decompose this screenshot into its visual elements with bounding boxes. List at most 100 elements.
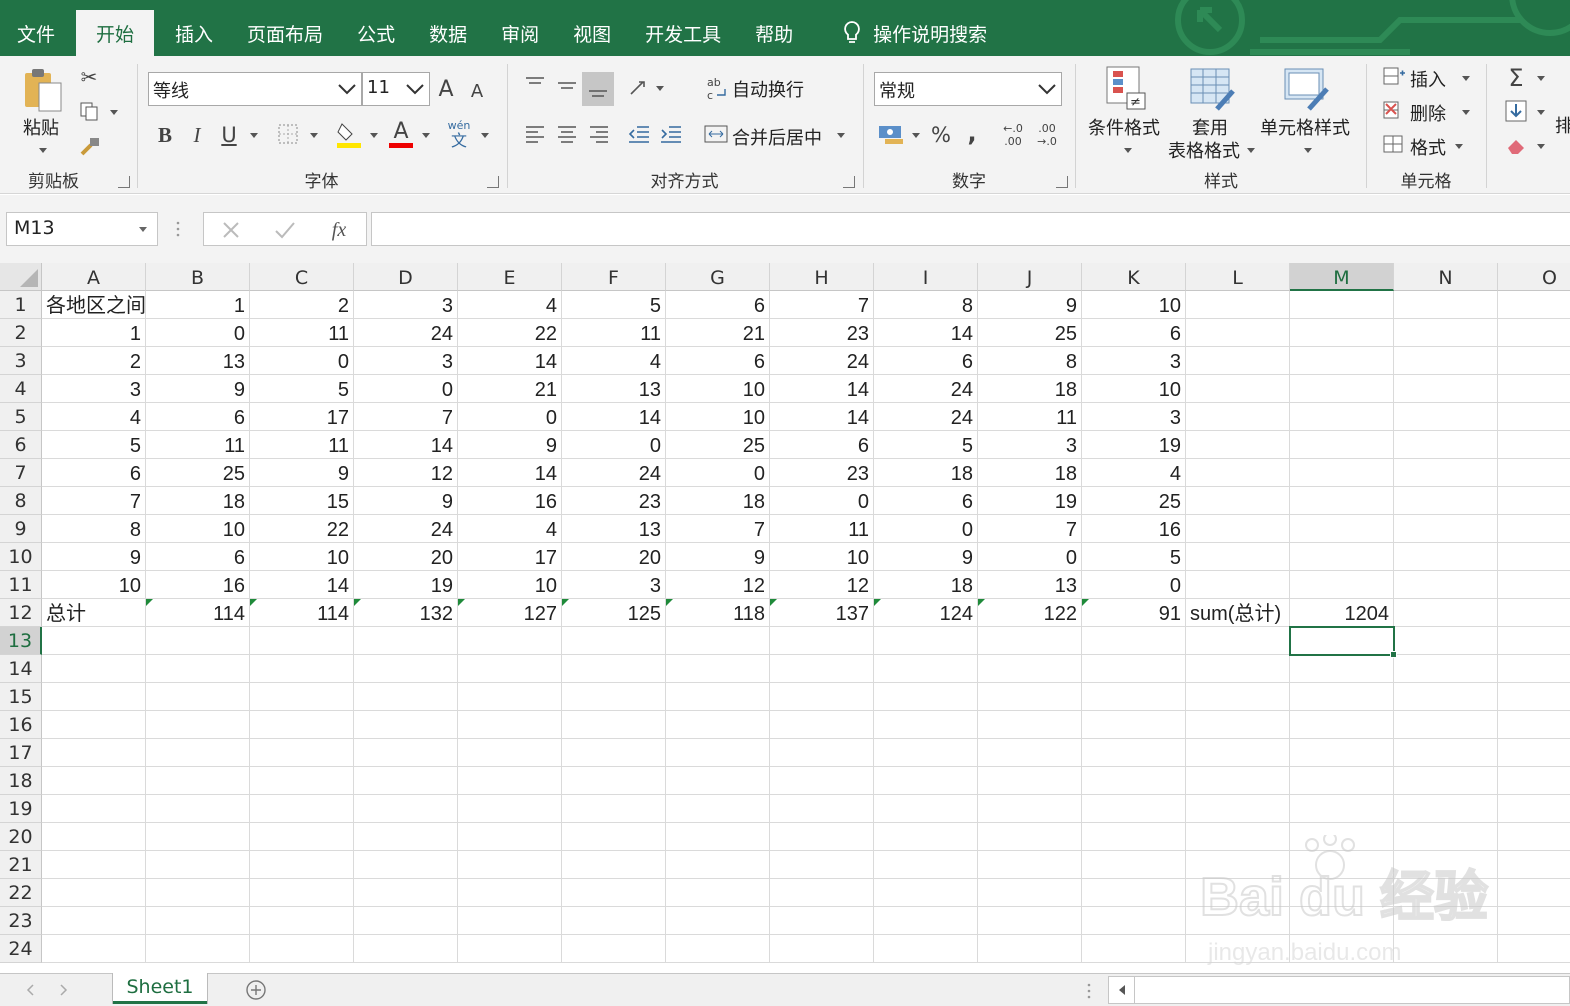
cell-e4[interactable]: 21 xyxy=(458,375,562,403)
cell-a17[interactable] xyxy=(42,739,146,767)
row-header-18[interactable]: 18 xyxy=(0,767,42,795)
cell-o11[interactable] xyxy=(1498,571,1570,599)
cell-d6[interactable]: 14 xyxy=(354,431,458,459)
cell-n1[interactable] xyxy=(1394,291,1498,319)
align-left-icon[interactable] xyxy=(522,120,548,148)
select-all-button[interactable] xyxy=(0,263,42,291)
column-header-l[interactable]: L xyxy=(1186,263,1290,291)
cell-e10[interactable]: 17 xyxy=(458,543,562,571)
underline-dropdown-caret[interactable] xyxy=(250,133,258,138)
cell-g23[interactable] xyxy=(666,907,770,935)
cell-styles-dropdown-caret[interactable] xyxy=(1304,148,1312,153)
row-header-21[interactable]: 21 xyxy=(0,851,42,879)
font-dialog-launcher[interactable] xyxy=(487,176,499,188)
cell-n16[interactable] xyxy=(1394,711,1498,739)
cell-h6[interactable]: 6 xyxy=(770,431,874,459)
align-middle-icon[interactable] xyxy=(554,72,580,98)
cell-o12[interactable] xyxy=(1498,599,1570,627)
cell-d17[interactable] xyxy=(354,739,458,767)
cell-n11[interactable] xyxy=(1394,571,1498,599)
cell-g1[interactable]: 6 xyxy=(666,291,770,319)
cell-e9[interactable]: 4 xyxy=(458,515,562,543)
cell-k11[interactable]: 0 xyxy=(1082,571,1186,599)
row-header-10[interactable]: 10 xyxy=(0,543,42,571)
fill-color-icon[interactable] xyxy=(336,120,362,150)
tab-page-layout[interactable]: 页面布局 xyxy=(230,10,340,56)
cell-e18[interactable] xyxy=(458,767,562,795)
cell-a20[interactable] xyxy=(42,823,146,851)
cell-i5[interactable]: 24 xyxy=(874,403,978,431)
cell-h12[interactable]: 137 xyxy=(770,599,874,627)
cell-h24[interactable] xyxy=(770,935,874,963)
cell-o5[interactable] xyxy=(1498,403,1570,431)
conditional-dropdown-caret[interactable] xyxy=(1124,148,1132,153)
row-header-9[interactable]: 9 xyxy=(0,515,42,543)
tab-review[interactable]: 审阅 xyxy=(484,10,556,56)
cell-h9[interactable]: 11 xyxy=(770,515,874,543)
cell-i13[interactable] xyxy=(874,627,978,655)
autosum-button[interactable]: Σ xyxy=(1503,64,1529,92)
cell-i3[interactable]: 6 xyxy=(874,347,978,375)
cell-j15[interactable] xyxy=(978,683,1082,711)
row-header-7[interactable]: 7 xyxy=(0,459,42,487)
accounting-dropdown-caret[interactable] xyxy=(912,133,920,138)
cell-m14[interactable] xyxy=(1290,655,1394,683)
clear-eraser-icon[interactable] xyxy=(1503,132,1529,158)
cell-e23[interactable] xyxy=(458,907,562,935)
cell-a22[interactable] xyxy=(42,879,146,907)
cell-g6[interactable]: 25 xyxy=(666,431,770,459)
shrink-font-button[interactable]: A xyxy=(466,78,488,104)
sort-filter-button[interactable]: 排 xyxy=(1555,112,1570,138)
font-name-dropdown[interactable]: 等线 xyxy=(148,72,362,106)
cell-h15[interactable] xyxy=(770,683,874,711)
cell-i7[interactable]: 18 xyxy=(874,459,978,487)
cell-l8[interactable] xyxy=(1186,487,1290,515)
cell-i15[interactable] xyxy=(874,683,978,711)
conditional-formatting-icon[interactable]: ≠ xyxy=(1104,64,1148,112)
cell-a21[interactable] xyxy=(42,851,146,879)
cell-j23[interactable] xyxy=(978,907,1082,935)
cell-a9[interactable]: 8 xyxy=(42,515,146,543)
cell-a5[interactable]: 4 xyxy=(42,403,146,431)
cell-d19[interactable] xyxy=(354,795,458,823)
insert-cells-icon[interactable] xyxy=(1381,64,1407,88)
cell-d11[interactable]: 19 xyxy=(354,571,458,599)
cell-e7[interactable]: 14 xyxy=(458,459,562,487)
cell-l13[interactable] xyxy=(1186,627,1290,655)
column-header-m[interactable]: M xyxy=(1290,263,1394,291)
cell-o19[interactable] xyxy=(1498,795,1570,823)
cell-c4[interactable]: 5 xyxy=(250,375,354,403)
cell-k7[interactable]: 4 xyxy=(1082,459,1186,487)
fill-handle[interactable] xyxy=(1390,651,1397,658)
cell-h11[interactable]: 12 xyxy=(770,571,874,599)
cell-i8[interactable]: 6 xyxy=(874,487,978,515)
cell-f11[interactable]: 3 xyxy=(562,571,666,599)
row-header-4[interactable]: 4 xyxy=(0,375,42,403)
cell-m16[interactable] xyxy=(1290,711,1394,739)
cell-o22[interactable] xyxy=(1498,879,1570,907)
cell-l16[interactable] xyxy=(1186,711,1290,739)
cell-j20[interactable] xyxy=(978,823,1082,851)
cell-o16[interactable] xyxy=(1498,711,1570,739)
italic-button[interactable]: I xyxy=(186,120,208,150)
cell-m2[interactable] xyxy=(1290,319,1394,347)
cell-d12[interactable]: 132 xyxy=(354,599,458,627)
row-header-12[interactable]: 12 xyxy=(0,599,42,627)
cell-b18[interactable] xyxy=(146,767,250,795)
cell-a3[interactable]: 2 xyxy=(42,347,146,375)
cell-g18[interactable] xyxy=(666,767,770,795)
cell-c3[interactable]: 0 xyxy=(250,347,354,375)
formula-bar-grip[interactable] xyxy=(176,219,180,239)
cell-f2[interactable]: 11 xyxy=(562,319,666,347)
cell-k18[interactable] xyxy=(1082,767,1186,795)
cell-a16[interactable] xyxy=(42,711,146,739)
cell-i20[interactable] xyxy=(874,823,978,851)
cell-g16[interactable] xyxy=(666,711,770,739)
cell-n9[interactable] xyxy=(1394,515,1498,543)
cell-b7[interactable]: 25 xyxy=(146,459,250,487)
insert-cells-button[interactable]: 插入 xyxy=(1410,66,1446,92)
cell-c5[interactable]: 17 xyxy=(250,403,354,431)
cell-d16[interactable] xyxy=(354,711,458,739)
cell-a7[interactable]: 6 xyxy=(42,459,146,487)
merge-center-button[interactable]: 合并后居中 xyxy=(732,124,822,150)
